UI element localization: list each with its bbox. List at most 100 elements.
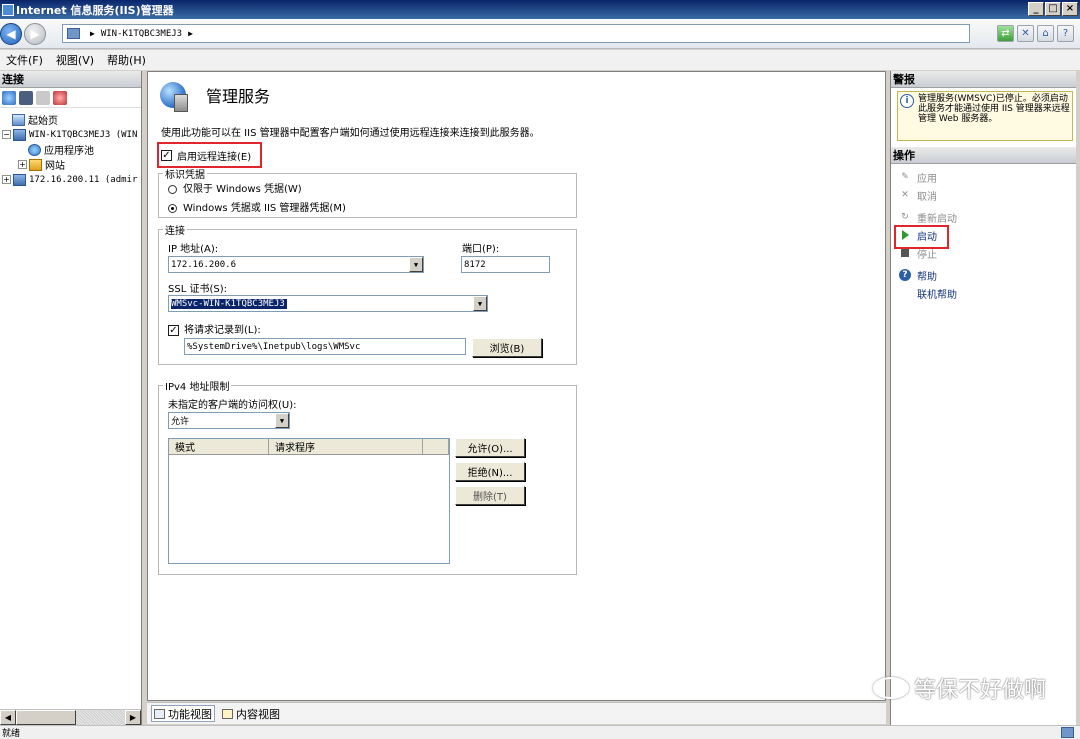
column-header-extra[interactable] bbox=[423, 439, 449, 454]
management-service-icon bbox=[160, 82, 188, 112]
action-help[interactable]: ? 帮助 bbox=[891, 266, 1076, 284]
cancel-icon: ✕ bbox=[901, 190, 909, 200]
breadcrumb-separator-icon: ▶ bbox=[90, 29, 95, 38]
connect-icon[interactable] bbox=[2, 90, 16, 105]
network-status-icon bbox=[1061, 727, 1074, 738]
port-input[interactable]: 8172 bbox=[461, 256, 550, 273]
tree-item-app-pools[interactable]: 应用程序池 bbox=[0, 142, 141, 157]
collapse-icon[interactable]: − bbox=[2, 130, 11, 139]
action-online-help[interactable]: 联机帮助 bbox=[891, 284, 1076, 302]
ip-address-combobox[interactable]: 172.16.200.6 ▼ bbox=[168, 256, 424, 273]
action-cancel[interactable]: ✕ 取消 bbox=[891, 186, 1076, 204]
maximize-button[interactable]: □ bbox=[1045, 2, 1061, 16]
allow-button[interactable]: 允许(O)... bbox=[455, 438, 525, 457]
address-bar[interactable]: ▶ WIN-K1TQBC3MEJ3 ▶ bbox=[62, 24, 970, 43]
tree-item-server[interactable]: − WIN-K1TQBC3MEJ3 (WIN bbox=[0, 127, 141, 142]
app-pool-icon bbox=[28, 143, 41, 156]
radio-windows-or-iis[interactable]: Windows 凭据或 IIS 管理器凭据(M) bbox=[168, 199, 346, 214]
scroll-thumb[interactable] bbox=[16, 710, 76, 725]
save-icon[interactable] bbox=[19, 90, 33, 105]
dropdown-arrow-icon[interactable]: ▼ bbox=[275, 413, 289, 428]
tree-label: 网站 bbox=[45, 161, 65, 172]
home-icon[interactable]: ⌂ bbox=[1037, 25, 1054, 42]
ssl-certificate-value: WMSvc-WIN-K1TQBC3MEJ3 bbox=[171, 298, 287, 309]
features-view-tab[interactable]: 功能视图 bbox=[151, 705, 215, 722]
disconnect-icon[interactable] bbox=[53, 90, 67, 105]
menu-bar: 文件(F) 视图(V) 帮助(H) bbox=[0, 50, 1080, 70]
radio-button-selected[interactable] bbox=[168, 203, 177, 213]
scroll-left-icon[interactable]: ◀ bbox=[0, 710, 16, 725]
connections-pane: 连接 起始页 − WIN-K1TQBC3MEJ3 (WIN 应用程序池 + 网站… bbox=[0, 71, 142, 725]
ipv4-rules-list[interactable]: 模式 请求程序 bbox=[168, 438, 450, 564]
radio-button[interactable] bbox=[168, 184, 177, 194]
tab-label: 功能视图 bbox=[168, 707, 212, 721]
content-view-tab[interactable]: 内容视图 bbox=[219, 705, 283, 722]
alert-message-box: i 管理服务(WMSVC)已停止。必须启动此服务才能通过使用 IIS 管理器来远… bbox=[897, 91, 1073, 141]
radio-windows-only[interactable]: 仅限于 Windows 凭据(W) bbox=[168, 180, 302, 195]
menu-view[interactable]: 视图(V) bbox=[56, 52, 94, 68]
delete-button[interactable]: 删除(T) bbox=[455, 486, 525, 505]
actions-header: 操作 bbox=[891, 147, 1076, 164]
menu-file[interactable]: 文件(F) bbox=[6, 52, 43, 68]
action-apply[interactable]: ✎ 应用 bbox=[891, 168, 1076, 186]
menu-help[interactable]: 帮助(H) bbox=[107, 52, 146, 68]
stop-loading-icon[interactable]: ✕ bbox=[1017, 25, 1034, 42]
column-header-mode[interactable]: 模式 bbox=[169, 439, 269, 454]
refresh-icon[interactable]: ⇄ bbox=[997, 25, 1014, 42]
status-bar: 就绪 bbox=[0, 725, 1080, 739]
server-icon bbox=[13, 173, 26, 186]
view-switcher: 功能视图 内容视图 bbox=[147, 702, 886, 724]
action-label: 应用 bbox=[917, 173, 937, 185]
up-icon[interactable] bbox=[36, 90, 50, 105]
horizontal-scrollbar[interactable]: ◀ ▶ bbox=[0, 709, 141, 725]
sites-folder-icon bbox=[29, 158, 42, 171]
dropdown-arrow-icon[interactable]: ▼ bbox=[473, 296, 487, 311]
server-icon bbox=[67, 28, 80, 39]
help-dropdown-icon[interactable]: ? bbox=[1057, 25, 1074, 42]
action-restart[interactable]: ↻ 重新启动 bbox=[891, 208, 1076, 226]
expand-icon[interactable]: + bbox=[2, 175, 11, 184]
status-text: 就绪 bbox=[2, 729, 21, 739]
access-combobox[interactable]: 允许 ▼ bbox=[168, 412, 290, 429]
content-view-icon bbox=[222, 708, 233, 719]
action-label: 取消 bbox=[917, 191, 937, 203]
browse-button[interactable]: 浏览(B) bbox=[472, 338, 542, 357]
tree-item-sites[interactable]: + 网站 bbox=[0, 157, 141, 172]
watermark: 等保不好做啊 bbox=[872, 672, 1046, 704]
tree-item-start-page[interactable]: 起始页 bbox=[0, 112, 141, 127]
forward-button[interactable]: ▶ bbox=[24, 23, 46, 45]
start-highlight-box bbox=[894, 225, 949, 249]
minimize-button[interactable]: _ bbox=[1028, 2, 1044, 16]
dropdown-arrow-icon[interactable]: ▼ bbox=[409, 257, 423, 272]
watermark-text: 等保不好做啊 bbox=[913, 678, 1046, 703]
tree-item-remote-server[interactable]: + 172.16.200.11 (admir bbox=[0, 172, 141, 187]
back-button[interactable]: ◀ bbox=[0, 23, 22, 45]
nav-tools: ⇄ ✕ ⌂ ? bbox=[997, 25, 1074, 42]
port-label: 端口(P): bbox=[462, 244, 500, 255]
log-requests-row[interactable]: ✓ 将请求记录到(L): bbox=[168, 321, 261, 336]
radio-label: Windows 凭据或 IIS 管理器凭据(M) bbox=[183, 203, 346, 214]
ssl-certificate-combobox[interactable]: WMSvc-WIN-K1TQBC3MEJ3 ▼ bbox=[168, 295, 488, 312]
back-arrow-icon: ◀ bbox=[6, 27, 16, 41]
log-requests-checkbox[interactable]: ✓ bbox=[168, 324, 179, 336]
enable-remote-checkbox-row[interactable]: ✓ 启用远程连接(E) bbox=[157, 142, 262, 168]
enable-remote-checkbox[interactable]: ✓ bbox=[161, 149, 172, 161]
scroll-track[interactable] bbox=[76, 710, 125, 725]
deny-button[interactable]: 拒绝(N)... bbox=[455, 462, 525, 481]
window-title-bar[interactable]: Internet 信息服务(IIS)管理器 _ □ × bbox=[0, 0, 1080, 19]
management-service-panel: 管理服务 使用此功能可以在 IIS 管理器中配置客户端如何通过使用远程连接来连接… bbox=[147, 71, 886, 701]
expand-icon[interactable]: + bbox=[18, 160, 27, 169]
column-header-requester[interactable]: 请求程序 bbox=[269, 439, 423, 454]
help-icon: ? bbox=[899, 269, 911, 281]
tree-label: 起始页 bbox=[28, 116, 58, 127]
list-header: 模式 请求程序 bbox=[169, 439, 449, 455]
close-button[interactable]: × bbox=[1062, 2, 1078, 16]
breadcrumb-server[interactable]: WIN-K1TQBC3MEJ3 bbox=[101, 29, 182, 39]
tree-label: WIN-K1TQBC3MEJ3 (WIN bbox=[29, 129, 138, 140]
connections-header: 连接 bbox=[0, 71, 141, 88]
log-path-input[interactable]: %SystemDrive%\Inetpub\logs\WMSvc bbox=[184, 338, 466, 355]
scroll-right-icon[interactable]: ▶ bbox=[125, 710, 141, 725]
window-controls: _ □ × bbox=[1028, 2, 1078, 16]
start-page-icon bbox=[12, 113, 25, 126]
window-title: Internet 信息服务(IIS)管理器 bbox=[16, 3, 174, 17]
